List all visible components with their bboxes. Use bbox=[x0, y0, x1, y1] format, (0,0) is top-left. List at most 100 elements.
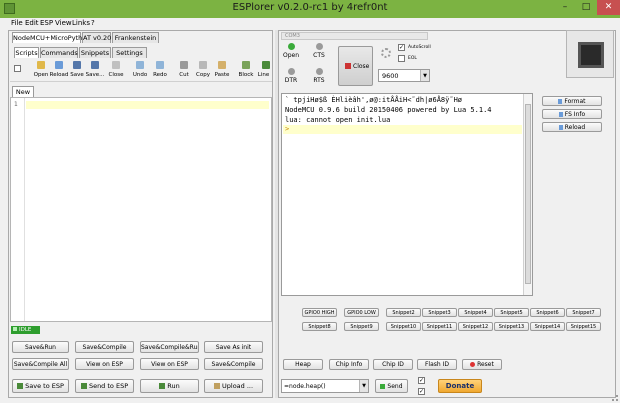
command-dropdown-icon[interactable]: ▼ bbox=[359, 380, 368, 392]
esp-chip-logo bbox=[566, 30, 614, 78]
tab-scripts[interactable]: Scripts bbox=[14, 47, 39, 58]
paste-icon[interactable] bbox=[218, 61, 226, 69]
dtr-button[interactable]: DTR bbox=[282, 67, 300, 87]
save-as-label[interactable]: Save... bbox=[84, 72, 106, 78]
command-value: =node.heap() bbox=[284, 383, 326, 390]
snippet-button[interactable]: GPIO0 HIGH bbox=[302, 308, 337, 317]
flash-id-button[interactable]: Flash ID bbox=[417, 359, 457, 370]
snippet-button[interactable]: Snippet15 bbox=[566, 322, 601, 331]
snippet-button[interactable]: Snippet4 bbox=[458, 308, 493, 317]
close-file-icon[interactable] bbox=[112, 61, 120, 69]
snippet-button[interactable]: Snippet11 bbox=[422, 322, 457, 331]
close-file-label[interactable]: Close bbox=[105, 72, 127, 78]
upload-button[interactable]: Upload ... bbox=[204, 379, 263, 393]
menu-esp[interactable]: ESP bbox=[40, 19, 53, 27]
donate-button[interactable]: Donate bbox=[438, 379, 482, 393]
autoscroll-checkbox[interactable]: ✓ bbox=[398, 44, 405, 51]
save-compile-button-2[interactable]: Save&Compile bbox=[204, 358, 263, 370]
save-compile-button[interactable]: Save&Compile bbox=[75, 341, 134, 353]
terminal-scrollbar[interactable] bbox=[523, 94, 532, 295]
close-window-button[interactable]: ✕ bbox=[597, 0, 620, 15]
snippet-button[interactable]: Snippet2 bbox=[386, 308, 421, 317]
view-on-esp-button[interactable]: View on ESP bbox=[75, 358, 134, 370]
snippet-button[interactable]: Snippet3 bbox=[422, 308, 457, 317]
run-button[interactable]: Run bbox=[140, 379, 199, 393]
copy-icon[interactable] bbox=[199, 61, 207, 69]
tab-frankenstein[interactable]: Frankenstein bbox=[112, 32, 159, 43]
cut-icon[interactable] bbox=[180, 61, 188, 69]
terminal-line: ` tpjiHø$ß ÈHlièâh',ø@:itÅÅiH<˜dh|ø6Å8ÿ˜… bbox=[285, 96, 463, 104]
reload-files-button[interactable]: Reload bbox=[542, 122, 602, 132]
snippet-button[interactable]: Snippet5 bbox=[494, 308, 529, 317]
snippet-button[interactable]: Snippet6 bbox=[530, 308, 565, 317]
menu-help[interactable]: ? bbox=[91, 19, 95, 27]
snippet-button[interactable]: Snippet7 bbox=[566, 308, 601, 317]
maximize-button[interactable]: □ bbox=[576, 0, 596, 15]
save-compile-all-button[interactable]: Save&Compile All bbox=[12, 358, 69, 370]
baud-select[interactable]: 9600 ▼ bbox=[378, 69, 430, 82]
save-as-init-button[interactable]: Save As init bbox=[204, 341, 263, 353]
file-tab-new[interactable]: New bbox=[12, 86, 34, 97]
snippet-button[interactable]: Snippet10 bbox=[386, 322, 421, 331]
select-all-checkbox[interactable] bbox=[14, 65, 21, 72]
save-to-esp-button[interactable]: Save to ESP bbox=[12, 379, 69, 393]
block-label[interactable]: Block bbox=[235, 72, 257, 78]
redo-label[interactable]: Redo bbox=[149, 72, 171, 78]
open-icon[interactable] bbox=[37, 61, 45, 69]
save-icon[interactable] bbox=[73, 61, 81, 69]
block-icon[interactable] bbox=[242, 61, 250, 69]
open-button[interactable]: Open bbox=[282, 42, 300, 62]
redo-icon[interactable] bbox=[156, 61, 164, 69]
tab-settings[interactable]: Settings bbox=[112, 47, 147, 58]
heap-button[interactable]: Heap bbox=[283, 359, 323, 370]
send-button[interactable]: Send bbox=[375, 379, 408, 393]
menu-links[interactable]: Links bbox=[72, 19, 90, 27]
reload-icon[interactable] bbox=[55, 61, 63, 69]
terminal-scroll-thumb[interactable] bbox=[525, 104, 531, 284]
undo-icon[interactable] bbox=[136, 61, 144, 69]
cr-checkbox[interactable]: ✓ bbox=[418, 377, 425, 384]
resize-grip-icon[interactable] bbox=[612, 395, 618, 401]
reset-button[interactable]: Reset bbox=[462, 359, 502, 370]
paste-label[interactable]: Paste bbox=[211, 72, 233, 78]
save-as-icon[interactable] bbox=[91, 61, 99, 69]
undo-label[interactable]: Undo bbox=[129, 72, 151, 78]
snippet-button[interactable]: Snippet12 bbox=[458, 322, 493, 331]
tab-nodemcu[interactable]: NodeMCU+MicroPython bbox=[12, 32, 90, 43]
line-label[interactable]: Line bbox=[255, 72, 272, 78]
menu-edit[interactable]: Edit bbox=[25, 19, 39, 27]
port-selector[interactable]: COM3 bbox=[281, 32, 428, 40]
tab-at[interactable]: AT v0.20 bbox=[82, 32, 111, 43]
save-run-button[interactable]: Save&Run bbox=[12, 341, 69, 353]
save-compile-run-button[interactable]: Save&Compile&Run... bbox=[140, 341, 199, 353]
command-input[interactable]: =node.heap() ▼ bbox=[281, 379, 369, 393]
close-port-button[interactable]: Close bbox=[338, 46, 373, 86]
settings-gear-icon[interactable] bbox=[381, 48, 391, 58]
rts-button[interactable]: RTS bbox=[310, 67, 328, 87]
menu-file[interactable]: File bbox=[11, 19, 23, 27]
line-icon[interactable] bbox=[262, 61, 270, 69]
terminal-output[interactable]: ` tpjiHø$ß ÈHlièâh',ø@:itÅÅiH<˜dh|ø6Å8ÿ˜… bbox=[281, 93, 533, 296]
chip-id-button[interactable]: Chip ID bbox=[373, 359, 413, 370]
minimize-button[interactable]: – bbox=[555, 0, 575, 15]
code-editor[interactable]: 1 bbox=[10, 97, 272, 322]
eol-checkbox[interactable] bbox=[398, 55, 405, 62]
tab-snippets[interactable]: Snippets bbox=[79, 47, 111, 58]
lf-checkbox[interactable]: ✓ bbox=[418, 388, 425, 395]
chip-info-button[interactable]: Chip Info bbox=[329, 359, 369, 370]
snippet-button[interactable]: Snippet13 bbox=[494, 322, 529, 331]
view-on-esp-button-2[interactable]: View on ESP bbox=[140, 358, 199, 370]
snippet-button[interactable]: Snippet14 bbox=[530, 322, 565, 331]
tab-commands[interactable]: Commands bbox=[40, 47, 78, 58]
editor-toolbar: Open Reload Save Save... Close Undo Redo… bbox=[10, 58, 272, 82]
menu-view[interactable]: View bbox=[55, 19, 72, 27]
open-label: Open bbox=[282, 52, 300, 59]
format-button[interactable]: Format bbox=[542, 96, 602, 106]
send-to-esp-button[interactable]: Send to ESP bbox=[75, 379, 134, 393]
snippet-button[interactable]: GPIO0 LOW bbox=[344, 308, 379, 317]
menu-bar: File Edit ESP View Links ? bbox=[0, 18, 620, 29]
snippet-button[interactable]: Snippet9 bbox=[344, 322, 379, 331]
fs-info-button[interactable]: FS Info bbox=[542, 109, 602, 119]
line-gutter: 1 bbox=[11, 98, 25, 321]
snippet-button[interactable]: Snippet8 bbox=[302, 322, 337, 331]
